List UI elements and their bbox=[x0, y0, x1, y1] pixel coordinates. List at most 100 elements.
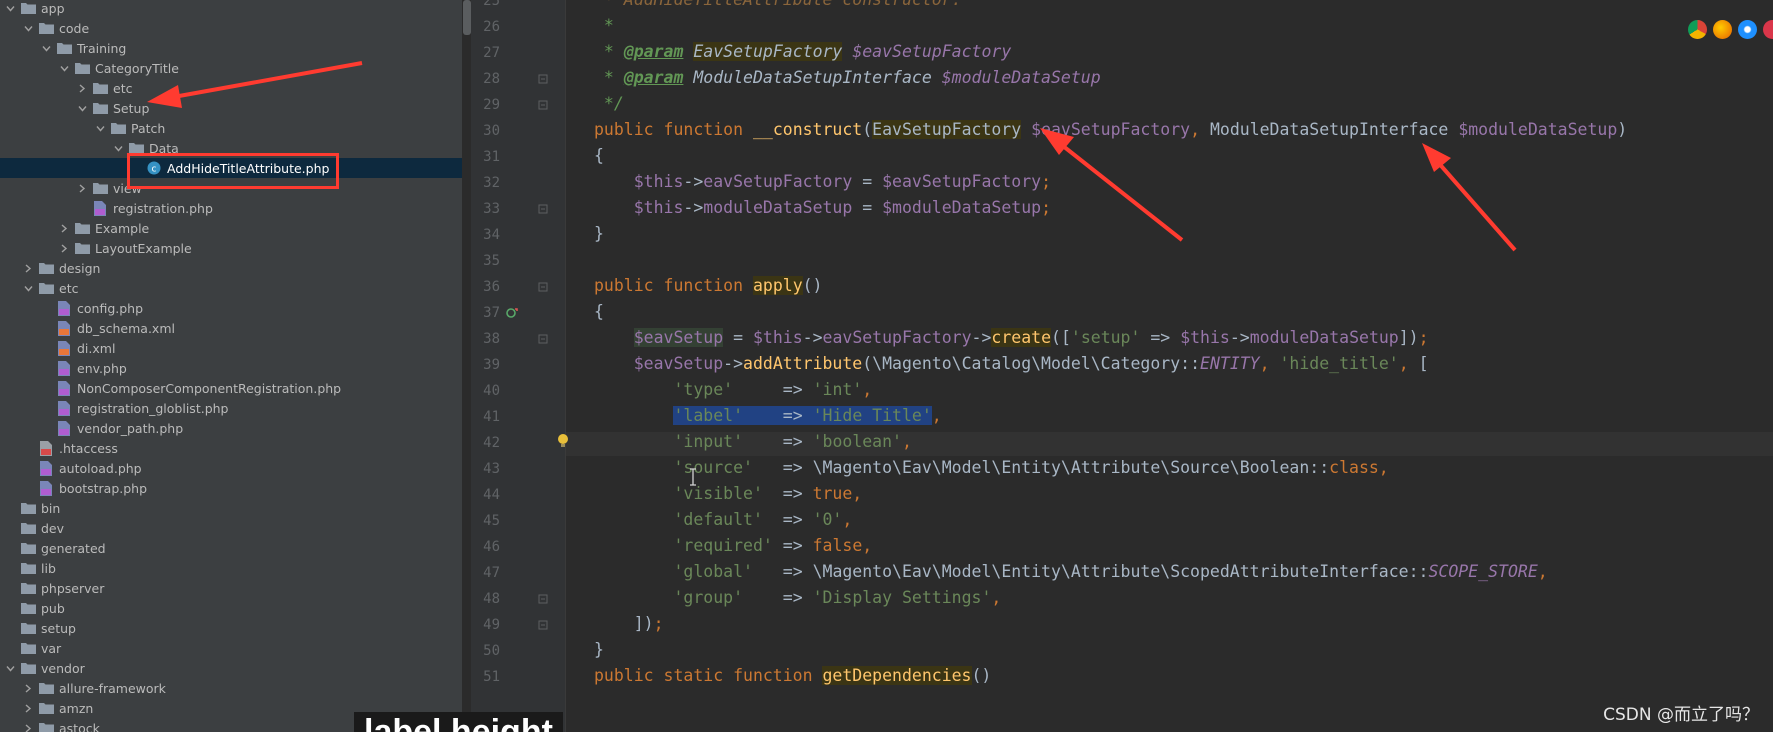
tree-item[interactable]: design bbox=[0, 258, 462, 278]
chevron-down-icon[interactable] bbox=[76, 98, 88, 118]
tree-item[interactable]: etc bbox=[0, 278, 462, 298]
tree-item[interactable]: env.php bbox=[0, 358, 462, 378]
code-line[interactable]: ]); bbox=[594, 613, 664, 635]
code-line[interactable]: } bbox=[594, 223, 604, 245]
chevron-down-icon[interactable] bbox=[4, 658, 16, 678]
line-number: 29 bbox=[483, 97, 500, 113]
code-line[interactable]: $eavSetup->addAttribute(\Magento\Catalog… bbox=[594, 353, 1429, 375]
fold-marker-icon[interactable] bbox=[537, 619, 549, 631]
code-line[interactable]: 'source' => \Magento\Eav\Model\Entity\At… bbox=[594, 457, 1388, 479]
tree-item[interactable]: CategoryTitle bbox=[0, 58, 462, 78]
tree-item[interactable]: code bbox=[0, 18, 462, 38]
tree-item[interactable]: bootstrap.php bbox=[0, 478, 462, 498]
tree-item-label: registration.php bbox=[113, 200, 213, 216]
fold-marker-icon[interactable] bbox=[537, 99, 549, 111]
chevron-right-icon[interactable] bbox=[76, 78, 88, 98]
safari-icon[interactable] bbox=[1738, 20, 1757, 39]
chevron-down-icon[interactable] bbox=[22, 18, 34, 38]
code-line[interactable]: 'type' => 'int', bbox=[594, 379, 872, 401]
code-line[interactable]: { bbox=[594, 145, 604, 167]
code-line[interactable]: 'input' => 'boolean', bbox=[594, 431, 911, 453]
tree-item-label: db_schema.xml bbox=[77, 320, 175, 336]
tree-item[interactable]: allure-framework bbox=[0, 678, 462, 698]
fold-marker-icon[interactable] bbox=[537, 333, 549, 345]
code-line[interactable]: 'visible' => true, bbox=[594, 483, 862, 505]
tree-item[interactable]: generated bbox=[0, 538, 462, 558]
chevron-right-icon[interactable] bbox=[76, 178, 88, 198]
code-line[interactable]: * bbox=[594, 15, 614, 37]
tree-item[interactable]: .htaccess bbox=[0, 438, 462, 458]
line-number: 48 bbox=[483, 591, 500, 607]
chevron-down-icon[interactable] bbox=[4, 0, 16, 18]
folder-icon bbox=[38, 680, 54, 696]
code-line[interactable]: $this->eavSetupFactory = $eavSetupFactor… bbox=[594, 171, 1051, 193]
code-line[interactable]: 'group' => 'Display Settings', bbox=[594, 587, 1001, 609]
chevron-right-icon[interactable] bbox=[58, 238, 70, 258]
php-file-icon bbox=[56, 360, 72, 376]
chevron-down-icon[interactable] bbox=[94, 118, 106, 138]
tree-item[interactable]: lib bbox=[0, 558, 462, 578]
tree-item[interactable]: LayoutExample bbox=[0, 238, 462, 258]
chevron-down-icon[interactable] bbox=[22, 278, 34, 298]
tree-item[interactable]: config.php bbox=[0, 298, 462, 318]
chrome-icon[interactable] bbox=[1688, 20, 1707, 39]
firefox-icon[interactable] bbox=[1713, 20, 1732, 39]
code-line[interactable]: { bbox=[594, 301, 604, 323]
tree-item[interactable]: Setup bbox=[0, 98, 462, 118]
tree-item[interactable]: phpserver bbox=[0, 578, 462, 598]
fold-marker-icon[interactable] bbox=[537, 281, 549, 293]
tree-item[interactable]: Example bbox=[0, 218, 462, 238]
code-line[interactable]: 'global' => \Magento\Eav\Model\Entity\At… bbox=[594, 561, 1547, 583]
chevron-right-icon[interactable] bbox=[22, 678, 34, 698]
lightbulb-icon[interactable] bbox=[556, 433, 570, 449]
tree-item[interactable]: vendor_path.php bbox=[0, 418, 462, 438]
tree-item[interactable]: NonComposerComponentRegistration.php bbox=[0, 378, 462, 398]
code-line[interactable]: * AddHideTitleAttribute constructor. bbox=[594, 0, 962, 11]
tree-item-label: code bbox=[59, 20, 90, 36]
fold-marker-icon[interactable] bbox=[537, 593, 549, 605]
line-number: 27 bbox=[483, 45, 500, 61]
code-line[interactable]: * @param EavSetupFactory $eavSetupFactor… bbox=[594, 41, 1011, 63]
tree-item[interactable]: Training bbox=[0, 38, 462, 58]
tree-item[interactable]: autoload.php bbox=[0, 458, 462, 478]
code-line[interactable]: } bbox=[594, 639, 604, 661]
tree-item[interactable]: bin bbox=[0, 498, 462, 518]
code-line[interactable]: 'label' => 'Hide Title', bbox=[594, 405, 942, 427]
tree-item[interactable]: setup bbox=[0, 618, 462, 638]
fold-marker-icon[interactable] bbox=[537, 73, 549, 85]
tree-item[interactable]: registration.php bbox=[0, 198, 462, 218]
tree-item[interactable]: pub bbox=[0, 598, 462, 618]
code-line[interactable]: 'default' => '0', bbox=[594, 509, 852, 531]
chevron-right-icon[interactable] bbox=[22, 698, 34, 718]
tree-item[interactable]: var bbox=[0, 638, 462, 658]
tree-item[interactable]: app bbox=[0, 0, 462, 18]
code-line[interactable]: * @param ModuleDataSetupInterface $modul… bbox=[594, 67, 1101, 89]
implements-method-icon[interactable] bbox=[506, 307, 518, 319]
line-number: 28 bbox=[483, 71, 500, 87]
tree-item[interactable]: db_schema.xml bbox=[0, 318, 462, 338]
tree-item[interactable]: di.xml bbox=[0, 338, 462, 358]
chevron-right-icon[interactable] bbox=[58, 218, 70, 238]
tree-scrollbar[interactable] bbox=[463, 0, 471, 35]
tree-item[interactable]: Patch bbox=[0, 118, 462, 138]
chevron-right-icon[interactable] bbox=[22, 258, 34, 278]
code-line[interactable]: public function __construct(EavSetupFact… bbox=[594, 119, 1627, 141]
tree-item[interactable]: etc bbox=[0, 78, 462, 98]
tree-item[interactable]: registration_globlist.php bbox=[0, 398, 462, 418]
code-line[interactable]: public static function getDependencies() bbox=[594, 665, 991, 687]
opera-icon[interactable] bbox=[1763, 20, 1773, 39]
code-line[interactable]: $this->moduleDataSetup = $moduleDataSetu… bbox=[594, 197, 1051, 219]
project-tree[interactable]: app code Training CategoryTitle etc Setup Patc… bbox=[0, 0, 462, 732]
fold-marker-icon[interactable] bbox=[537, 203, 549, 215]
xml-file-icon bbox=[56, 320, 72, 336]
code-line[interactable]: public function apply() bbox=[594, 275, 823, 297]
code-line[interactable]: 'required' => false, bbox=[594, 535, 872, 557]
chevron-right-icon[interactable] bbox=[22, 718, 34, 732]
code-line[interactable]: $eavSetup = $this->eavSetupFactory->crea… bbox=[594, 327, 1429, 349]
chevron-down-icon[interactable] bbox=[112, 138, 124, 158]
chevron-down-icon[interactable] bbox=[40, 38, 52, 58]
tree-item[interactable]: dev bbox=[0, 518, 462, 538]
tree-item[interactable]: vendor bbox=[0, 658, 462, 678]
chevron-down-icon[interactable] bbox=[58, 58, 70, 78]
code-line[interactable]: */ bbox=[594, 93, 624, 115]
